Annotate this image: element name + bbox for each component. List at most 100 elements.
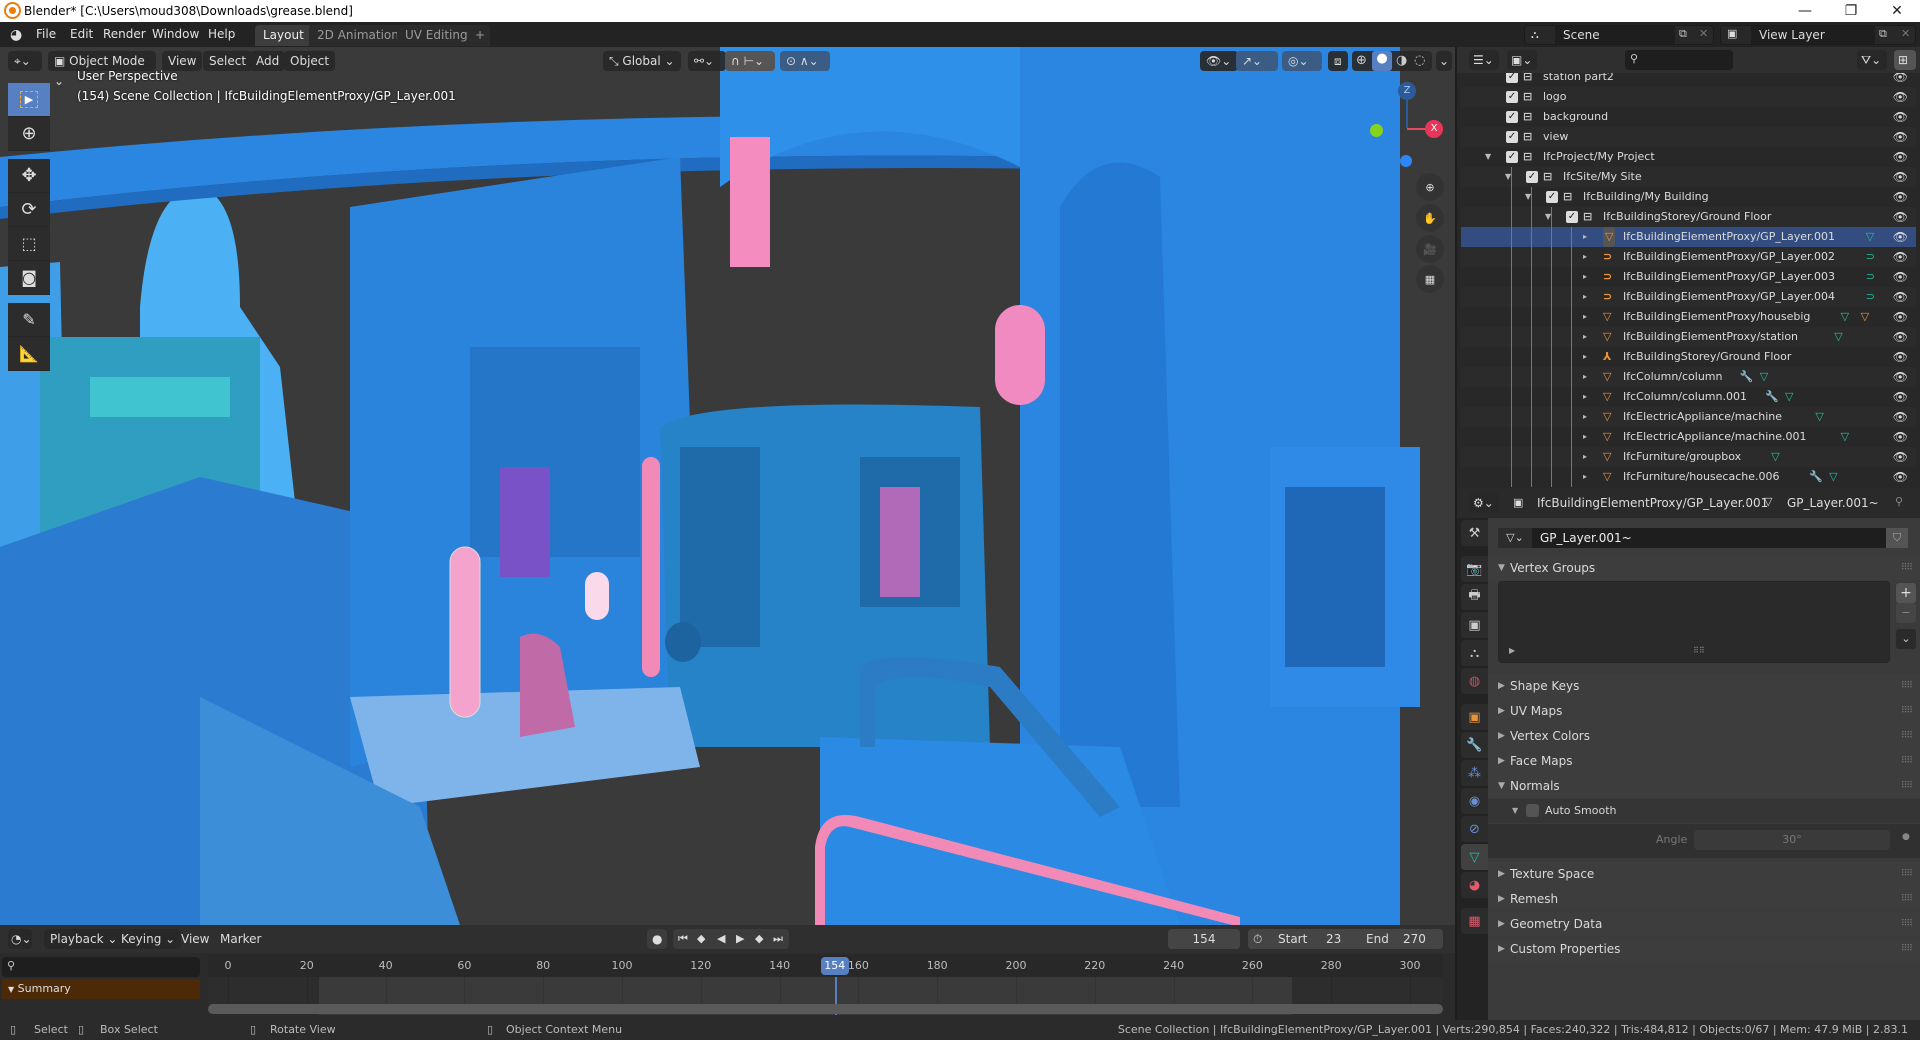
playhead-frame-label[interactable]: 154	[820, 957, 849, 975]
preview-range-icon[interactable]: ⏱	[1253, 929, 1262, 949]
navigation-gizmo[interactable]: Z X	[1370, 82, 1455, 172]
mesh-data-icon[interactable]: ▽	[1829, 467, 1837, 487]
pivot-point-dropdown[interactable]: ⚯⌄	[688, 51, 726, 71]
drag-handle-icon[interactable]: ⠿⠿	[1901, 749, 1913, 773]
visibility-checkbox[interactable]: ✓	[1506, 91, 1518, 103]
mesh-browse-dropdown[interactable]: ▽⌄	[1498, 528, 1532, 548]
expand-arrow-icon[interactable]: ▸	[1583, 467, 1587, 487]
properties-tab-output[interactable]: 🖶	[1461, 584, 1488, 610]
properties-tab-material[interactable]: ◕	[1461, 872, 1488, 898]
panel-geometry-data[interactable]: ▶ Geometry Data ⠿⠿	[1488, 912, 1920, 936]
delete-scene-icon[interactable]: ✕	[1699, 27, 1708, 40]
mesh-data-icon[interactable]: ▽	[1771, 447, 1779, 467]
menu-help[interactable]: Help	[208, 27, 235, 41]
visibility-checkbox[interactable]: ✓	[1506, 151, 1518, 163]
overlay-toggle[interactable]: ◎⌄	[1282, 51, 1322, 71]
properties-tab-object[interactable]: ▣	[1461, 704, 1488, 730]
menu-window[interactable]: Window	[152, 27, 199, 41]
menu-view[interactable]: View	[162, 51, 203, 71]
outliner-row[interactable]: ▸ ⅄ IfcBuildingStorey/Ground Floor 👁	[1461, 347, 1916, 367]
prev-keyframe-button[interactable]: ◆	[697, 929, 705, 949]
ortho-toggle-button[interactable]: ▦	[1416, 265, 1444, 293]
camera-view-button[interactable]: 🎥	[1416, 235, 1444, 263]
workspace-tab-uv-editing[interactable]: UV Editing	[397, 25, 476, 46]
expand-arrow-icon[interactable]: ▸	[1583, 367, 1587, 387]
scale-tool[interactable]: ⬚	[8, 227, 50, 261]
new-collection-button[interactable]: ⊞	[1894, 50, 1916, 70]
new-scene-icon[interactable]: ⧉	[1679, 27, 1687, 41]
outliner-row[interactable]: ▸ ⊃ IfcBuildingElementProxy/GP_Layer.004 ⊃ 👁	[1461, 287, 1916, 307]
panel-texture-space[interactable]: ▶ Texture Space ⠿⠿	[1488, 862, 1920, 886]
cursor-tool[interactable]: ⊕	[8, 117, 50, 151]
expand-arrow-icon[interactable]: ▸	[1583, 227, 1587, 247]
filter-dropdown[interactable]: ⛛⌄	[1857, 50, 1887, 70]
eye-visibility-icon[interactable]: 👁	[1893, 187, 1908, 207]
subpanel-toggle-icon[interactable]: ▼	[1512, 799, 1518, 823]
eye-visibility-icon[interactable]: 👁	[1893, 147, 1908, 167]
mesh-data-icon[interactable]: ▽	[1815, 407, 1823, 427]
outliner-row[interactable]: ▼ ✓ ⊟ IfcProject/My Project 👁	[1461, 147, 1916, 167]
transform-orientation-dropdown[interactable]: ⤡ Global ⌄	[603, 51, 681, 71]
xray-toggle[interactable]: ⧈	[1328, 51, 1348, 71]
mode-selector[interactable]: ▣ Object Mode ⌄	[48, 51, 156, 88]
properties-tab-view-layer[interactable]: ▣	[1461, 612, 1488, 638]
eye-visibility-icon[interactable]: 👁	[1893, 467, 1908, 487]
expand-arrow-icon[interactable]: ▸	[1583, 387, 1587, 407]
properties-tab-render[interactable]: 📷	[1461, 556, 1488, 582]
outliner-row[interactable]: ▼ ✓ ⊟ IfcBuilding/My Building 👁	[1461, 187, 1916, 207]
outliner-row[interactable]: ▸ ▽ IfcFurniture/groupbox ▽ 👁	[1461, 447, 1916, 467]
editor-type-button[interactable]: ⌖⌄	[8, 51, 42, 71]
panel-vertex-colors[interactable]: ▶ Vertex Colors ⠿⠿	[1488, 724, 1920, 748]
menu-render[interactable]: Render	[103, 27, 146, 41]
properties-tab-data[interactable]: ▽	[1461, 844, 1488, 870]
outliner-row[interactable]: ✓ ⊟ background 👁	[1461, 107, 1916, 127]
3d-viewport[interactable]: ⌖⌄ ▣ Object Mode ⌄ View Select Add Objec…	[0, 47, 1455, 925]
panel-normals[interactable]: ▼ Normals ⠿⠿	[1488, 774, 1920, 798]
play-reverse-button[interactable]: ◀	[717, 929, 725, 949]
eye-visibility-icon[interactable]: 👁	[1893, 107, 1908, 127]
add-vertex-group-button[interactable]: +	[1896, 583, 1916, 603]
remove-vertex-group-button[interactable]: −	[1896, 603, 1916, 623]
scene-name-field[interactable]: Scene	[1555, 26, 1675, 44]
y-axis-icon[interactable]	[1370, 124, 1383, 137]
wireframe-shading-icon[interactable]: ⊕	[1356, 53, 1367, 68]
menu-add[interactable]: Add	[250, 51, 286, 71]
eye-visibility-icon[interactable]: 👁	[1893, 167, 1908, 187]
vertex-group-specials-button[interactable]: ⌄	[1896, 629, 1916, 649]
next-keyframe-button[interactable]: ◆	[755, 929, 763, 949]
eye-visibility-icon[interactable]: 👁	[1893, 307, 1908, 327]
outliner-row[interactable]: ▸ ▽ IfcFurniture/housecache.006 🔧 ▽ 👁	[1461, 467, 1916, 487]
panel-vertex-groups[interactable]: ▼ Vertex Groups ⠿⠿	[1488, 556, 1920, 580]
keyframe-dot-icon[interactable]: ●	[1902, 832, 1910, 842]
outliner-row[interactable]: ▸ ⊃ IfcBuildingElementProxy/GP_Layer.002 ⊃ 👁	[1461, 247, 1916, 267]
workspace-tab-layout[interactable]: Layout	[255, 25, 312, 46]
mesh-data-icon[interactable]: ▽	[1866, 227, 1874, 247]
expand-arrow-icon[interactable]: ▸	[1583, 427, 1587, 447]
mesh-data-icon[interactable]: ▽	[1760, 367, 1768, 387]
visibility-checkbox[interactable]: ✓	[1526, 171, 1538, 183]
outliner-row[interactable]: ▸ ⊃ IfcBuildingElementProxy/GP_Layer.003 ⊃ 👁	[1461, 267, 1916, 287]
drag-handle-icon[interactable]: ⠿⠿	[1901, 556, 1913, 580]
wrench-icon[interactable]: 🔧	[1740, 367, 1754, 387]
outliner-row[interactable]: ▼ ✓ ⊟ IfcSite/My Site 👁	[1461, 167, 1916, 187]
drag-handle-icon[interactable]: ⠿⠿	[1901, 862, 1913, 886]
eye-visibility-icon[interactable]: 👁	[1893, 427, 1908, 447]
scene-selector[interactable]: ⛬ Scene ⧉ ✕	[1524, 25, 1714, 45]
visibility-checkbox[interactable]: ✓	[1506, 73, 1518, 83]
delete-view-layer-icon[interactable]: ✕	[1901, 27, 1910, 40]
x-axis-icon[interactable]: X	[1425, 120, 1443, 138]
outliner-row[interactable]: ✓ ⊟ station part2 👁	[1461, 73, 1916, 87]
channel-search-input[interactable]: ⚲	[2, 957, 200, 977]
properties-tab-constraints[interactable]: ⊘	[1461, 816, 1488, 842]
fake-user-shield-icon[interactable]: ⛉	[1886, 528, 1908, 548]
menu-edit[interactable]: Edit	[70, 27, 93, 41]
menu-keying[interactable]: Keying ⌄	[115, 929, 182, 949]
minimize-button[interactable]: —	[1782, 0, 1828, 22]
measure-tool[interactable]: 📐	[8, 337, 50, 371]
outliner-row[interactable]: ✓ ⊟ view 👁	[1461, 127, 1916, 147]
drag-handle-icon[interactable]: ⠿⠿	[1901, 699, 1913, 723]
neg-z-axis-icon[interactable]	[1400, 155, 1412, 167]
eye-visibility-icon[interactable]: 👁	[1893, 407, 1908, 427]
current-frame-field[interactable]: 154	[1168, 929, 1240, 949]
list-resize-handle[interactable]: ⠿⠿	[1693, 646, 1705, 655]
